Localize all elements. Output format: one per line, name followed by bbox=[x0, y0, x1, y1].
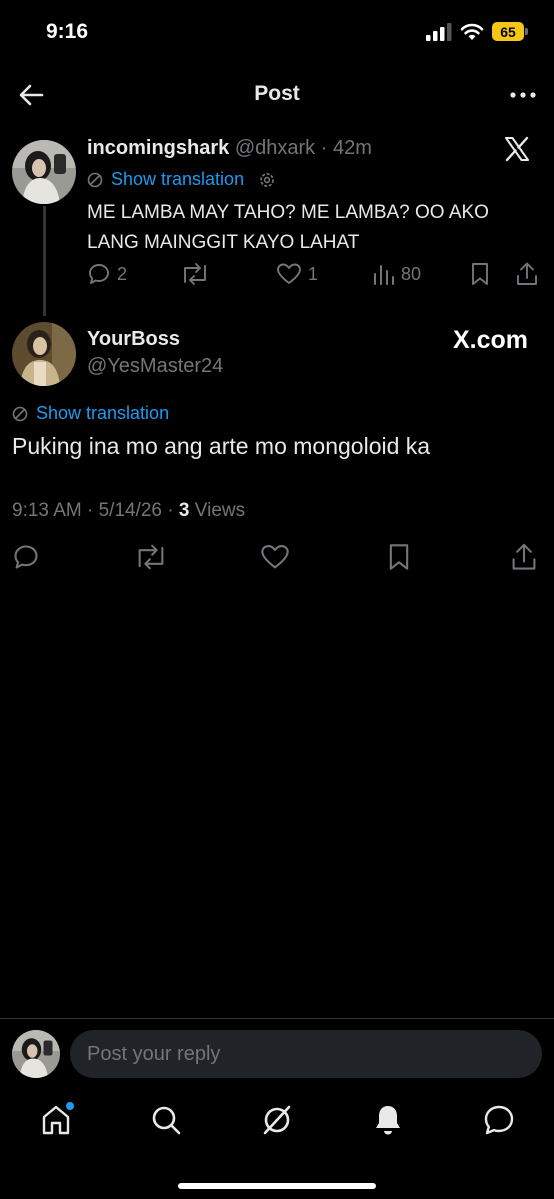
reply-avatar[interactable] bbox=[12, 1030, 60, 1078]
notifications-icon bbox=[376, 1106, 400, 1135]
main-user-handle[interactable]: @YesMaster24 bbox=[87, 355, 223, 378]
like-button[interactable] bbox=[260, 543, 290, 571]
views-count: 3 bbox=[178, 500, 190, 521]
nav-grok[interactable] bbox=[259, 1102, 295, 1138]
main-show-translation-link[interactable]: Show translation bbox=[12, 403, 169, 424]
x-logo-icon bbox=[504, 136, 530, 162]
search-icon bbox=[152, 1106, 181, 1135]
share-icon bbox=[517, 262, 537, 285]
show-translation-label[interactable]: Show translation bbox=[111, 169, 244, 190]
share-icon bbox=[512, 543, 536, 570]
display-name[interactable]: incomingshark bbox=[87, 137, 229, 159]
views-icon bbox=[374, 265, 394, 285]
separator: · bbox=[87, 500, 94, 521]
bottom-navigation bbox=[0, 1098, 554, 1148]
quoted-tweet-text: ME LAMBA MAY TAHO? ME LAMBA? OO AKO LANG… bbox=[87, 202, 489, 253]
x-com-watermark: X.com bbox=[452, 326, 528, 354]
status-time: 9:16 bbox=[46, 20, 89, 43]
like-count: 1 bbox=[308, 263, 319, 284]
page-title: Post bbox=[254, 82, 300, 105]
nav-messages[interactable] bbox=[481, 1102, 517, 1138]
separator: · bbox=[320, 137, 328, 159]
main-display-name[interactable]: YourBoss bbox=[87, 328, 180, 351]
messages-icon bbox=[484, 1105, 514, 1135]
notification-dot bbox=[66, 1102, 74, 1110]
nav-notifications[interactable] bbox=[370, 1102, 406, 1138]
battery-indicator: 65 bbox=[492, 22, 528, 41]
tweet-time[interactable]: 9:13 AM bbox=[12, 500, 82, 521]
show-translation-link[interactable]: Show translation bbox=[87, 169, 276, 190]
main-tweet-actions bbox=[0, 541, 554, 575]
reply-button[interactable] bbox=[12, 543, 40, 571]
like-button[interactable]: 1 bbox=[276, 262, 318, 286]
more-icon bbox=[510, 92, 536, 98]
post-header: Post bbox=[0, 66, 554, 124]
nav-search[interactable] bbox=[148, 1102, 184, 1138]
separator: · bbox=[167, 500, 174, 521]
home-indicator bbox=[178, 1183, 376, 1189]
like-icon bbox=[277, 263, 301, 284]
bookmark-icon bbox=[472, 263, 488, 285]
repost-button[interactable] bbox=[134, 543, 168, 571]
tweet-time[interactable]: 42m bbox=[333, 137, 372, 159]
main-show-translation-label[interactable]: Show translation bbox=[36, 403, 169, 424]
translate-icon bbox=[12, 406, 28, 421]
thread-connector bbox=[43, 206, 46, 316]
avatar-incomingshark[interactable] bbox=[12, 140, 76, 204]
repost-button[interactable] bbox=[180, 262, 210, 286]
status-bar: 9:16 65 bbox=[0, 0, 554, 66]
bookmark-icon bbox=[389, 544, 409, 570]
status-indicators: 65 bbox=[426, 22, 528, 41]
bookmark-button[interactable] bbox=[470, 262, 490, 286]
reply-icon bbox=[14, 545, 38, 569]
user-handle[interactable]: @dhxark bbox=[235, 137, 315, 159]
repost-icon bbox=[138, 544, 164, 570]
avatar-yourboss[interactable] bbox=[12, 322, 76, 386]
battery-level: 65 bbox=[492, 22, 524, 41]
reply-divider bbox=[0, 1018, 554, 1019]
tweet-meta: 9:13 AM · 5/14/26 · 3 Views bbox=[12, 500, 245, 522]
grok-icon bbox=[263, 1105, 291, 1135]
repost-icon bbox=[184, 263, 206, 285]
share-button[interactable] bbox=[515, 261, 539, 287]
more-options-button[interactable] bbox=[508, 82, 538, 108]
reply-count: 2 bbox=[117, 263, 128, 284]
quoted-tweet-header: incomingshark @dhxark · 42m bbox=[87, 137, 372, 160]
nav-home[interactable] bbox=[38, 1102, 74, 1138]
wifi-icon bbox=[460, 23, 484, 40]
translate-icon bbox=[87, 172, 103, 187]
bookmark-button[interactable] bbox=[387, 543, 411, 571]
quoted-tweet-actions: 2 1 80 bbox=[87, 260, 539, 290]
cellular-signal-icon bbox=[426, 22, 452, 41]
reply-input[interactable]: Post your reply bbox=[70, 1030, 542, 1078]
like-icon bbox=[261, 545, 289, 569]
views-label: Views bbox=[194, 500, 246, 521]
main-tweet-text: Puking ina mo ang arte mo mongoloid ka bbox=[12, 433, 431, 459]
share-button[interactable] bbox=[510, 542, 538, 572]
reply-icon bbox=[89, 264, 109, 284]
battery-cap bbox=[525, 28, 528, 35]
view-count: 80 bbox=[401, 263, 422, 284]
reply-button[interactable]: 2 bbox=[87, 262, 127, 286]
views-button[interactable]: 80 bbox=[373, 262, 421, 286]
tweet-date[interactable]: 5/14/26 bbox=[99, 500, 162, 521]
settings-icon[interactable] bbox=[258, 171, 276, 189]
